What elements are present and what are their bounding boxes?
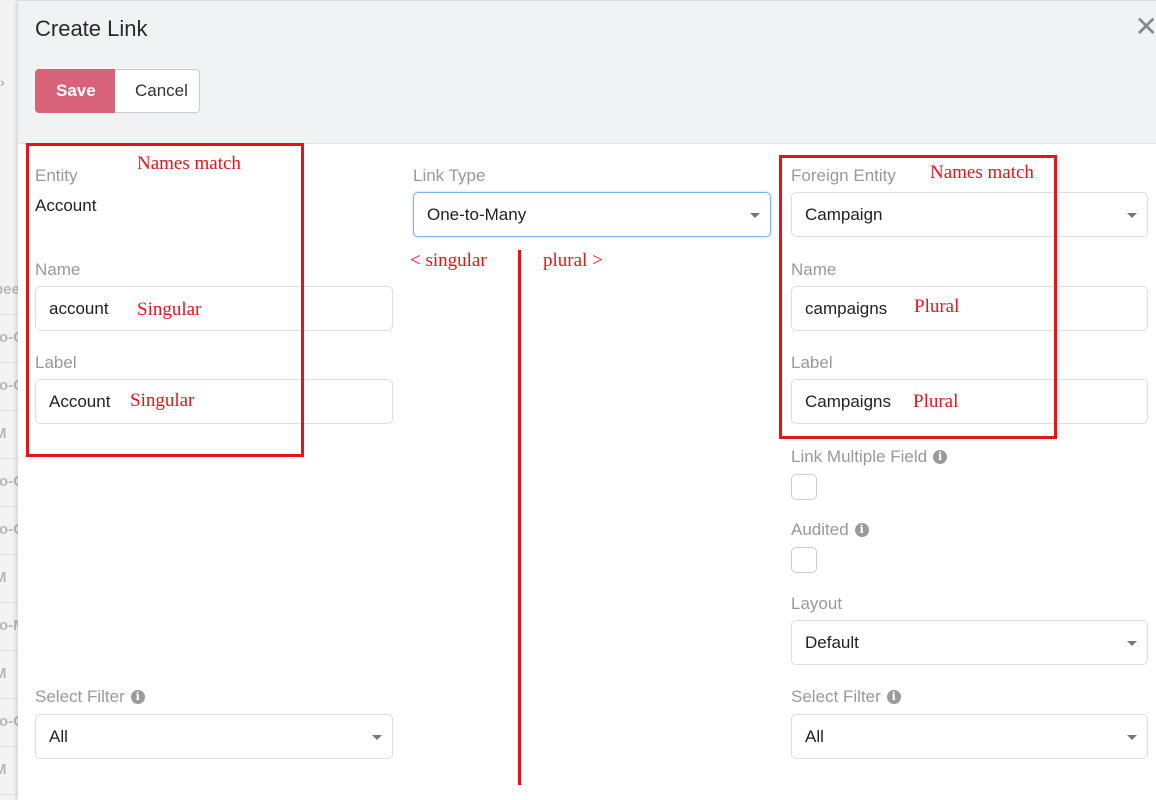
background-row: to-O bbox=[0, 506, 20, 555]
layout-label: Layout bbox=[791, 594, 843, 613]
dialog-title: Create Link bbox=[35, 16, 148, 41]
info-icon[interactable]: i bbox=[886, 690, 901, 704]
annotation-plural-label: Plural bbox=[913, 391, 959, 412]
background-row: to-O bbox=[0, 362, 20, 411]
link-type-select[interactable]: One-to-Many bbox=[413, 192, 771, 237]
layout-select[interactable]: Default bbox=[791, 620, 1148, 665]
background-row: M bbox=[0, 554, 20, 603]
background-row: to-O bbox=[0, 314, 20, 363]
dialog-button-group: Save Cancel bbox=[35, 69, 200, 113]
info-icon[interactable]: i bbox=[933, 450, 948, 464]
link-multiple-field-label: Link Multiple Field i bbox=[791, 447, 948, 467]
select-filter-label: Select Filter i bbox=[35, 687, 145, 707]
select-filter-value: All bbox=[49, 726, 68, 746]
foreign-select-filter-value: All bbox=[805, 726, 824, 746]
foreign-select-filter-select[interactable]: All bbox=[791, 714, 1148, 759]
background-row: M bbox=[0, 650, 20, 699]
link-type-value: One-to-Many bbox=[427, 204, 527, 224]
link-multiple-field-checkbox[interactable] bbox=[791, 474, 817, 500]
foreign-select-filter-label: Select Filter i bbox=[791, 687, 901, 707]
chevron-right-icon: › bbox=[0, 74, 5, 90]
cancel-button[interactable]: Cancel bbox=[115, 69, 200, 113]
annotation-singular-arrow: < singular bbox=[410, 250, 487, 271]
annotation-plural-arrow: plural > bbox=[543, 250, 603, 271]
select-filter-select[interactable]: All bbox=[35, 714, 393, 759]
annotation-names-match-left: Names match bbox=[137, 153, 241, 174]
audited-checkbox[interactable] bbox=[791, 547, 817, 573]
info-icon[interactable]: i bbox=[130, 690, 145, 704]
audited-label-text: Audited bbox=[791, 520, 849, 539]
select-filter-label-text: Select Filter bbox=[35, 687, 125, 706]
annotation-singular-label: Singular bbox=[130, 390, 195, 411]
link-type-label: Link Type bbox=[413, 166, 486, 185]
background-row: to-O bbox=[0, 458, 20, 507]
chevron-down-icon bbox=[372, 735, 382, 740]
save-button[interactable]: Save bbox=[35, 69, 115, 113]
annotation-singular-name: Singular bbox=[137, 299, 202, 320]
background-page: › pee to-O to-O M to-O to-O M to-M M to-… bbox=[0, 0, 20, 800]
annotation-names-match-right: Names match bbox=[930, 162, 1034, 183]
background-row: M bbox=[0, 410, 20, 459]
annotation-divider-line bbox=[518, 250, 521, 785]
dialog-header: Create Link ✕ Save Cancel bbox=[18, 0, 1156, 144]
chevron-down-icon bbox=[1127, 641, 1137, 646]
chevron-down-icon bbox=[1127, 735, 1137, 740]
layout-value: Default bbox=[805, 632, 859, 652]
foreign-select-filter-label-text: Select Filter bbox=[791, 687, 881, 706]
background-row: pee bbox=[0, 266, 20, 315]
background-row: to-O bbox=[0, 698, 20, 747]
annotation-plural-name: Plural bbox=[914, 296, 960, 317]
background-row: M bbox=[0, 746, 20, 795]
background-row: to-M bbox=[0, 602, 20, 651]
audited-label: Audited i bbox=[791, 520, 869, 540]
info-icon[interactable]: i bbox=[854, 523, 869, 537]
chevron-down-icon bbox=[1127, 213, 1137, 218]
chevron-down-icon bbox=[750, 213, 760, 218]
close-icon[interactable]: ✕ bbox=[1135, 13, 1156, 41]
link-multiple-field-label-text: Link Multiple Field bbox=[791, 447, 928, 466]
